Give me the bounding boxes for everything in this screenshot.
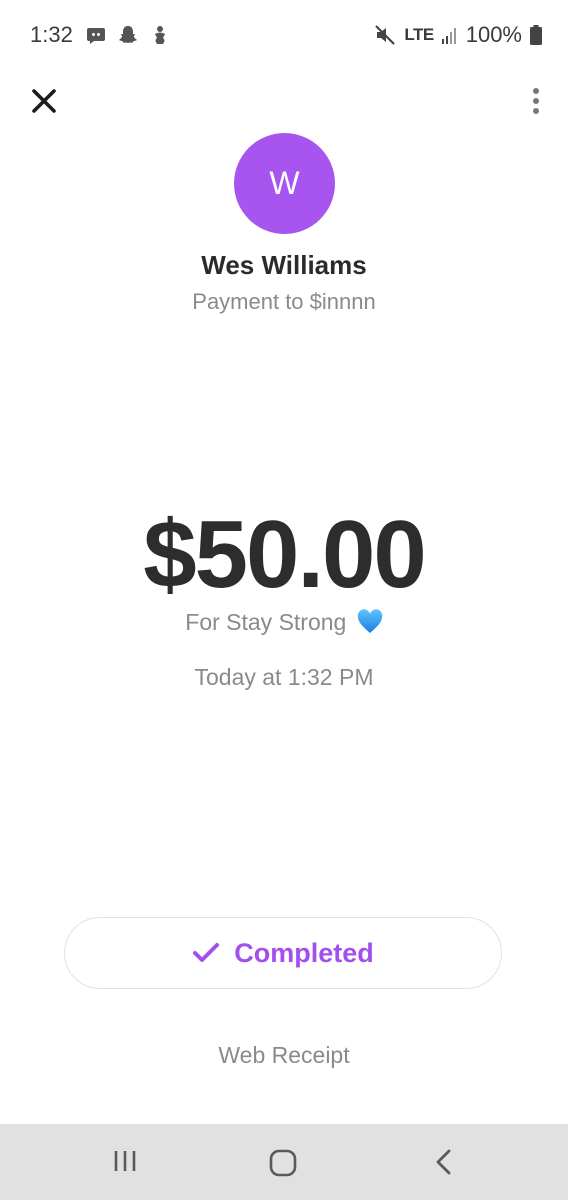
check-icon [192,942,220,964]
battery-icon [530,25,542,45]
notification-icons [86,24,170,46]
home-button[interactable] [268,1148,298,1178]
more-options-button[interactable] [528,84,544,118]
recent-apps-button[interactable] [112,1148,138,1174]
mute-icon [374,24,396,46]
status-label: Completed [234,937,374,968]
discord-icon [86,24,106,46]
back-icon [436,1149,451,1175]
status-time: 1:32 [30,22,73,47]
payment-timestamp: Today at 1:32 PM [194,664,374,690]
blue-heart-icon [357,609,382,633]
close-icon [32,89,56,113]
battery-percent: 100% [465,22,522,47]
navigation-bar [0,1124,568,1200]
more-vertical-icon [533,88,539,114]
completed-status-pill[interactable]: Completed [64,917,502,989]
signal-icon [441,26,458,44]
status-right: LTE 100% [374,22,542,48]
back-button[interactable] [432,1148,454,1176]
payment-to-label: Payment to $innnn [192,289,376,314]
web-receipt-link[interactable]: Web Receipt [0,1042,568,1069]
app-icon [150,24,170,46]
payment-amount: $50.00 [143,501,427,608]
avatar: W [234,133,335,234]
recent-apps-icon [114,1151,136,1171]
avatar-initial: W [269,165,300,201]
recipient-name: Wes Williams [201,250,367,280]
snapchat-icon [118,24,138,46]
close-button[interactable] [28,85,60,117]
payment-note: For Stay Strong [0,609,568,636]
payment-note-text: For Stay Strong [185,609,347,635]
network-type: LTE [404,25,434,44]
status-bar: 1:32 LTE 100% [0,0,568,72]
home-icon [269,1149,297,1177]
